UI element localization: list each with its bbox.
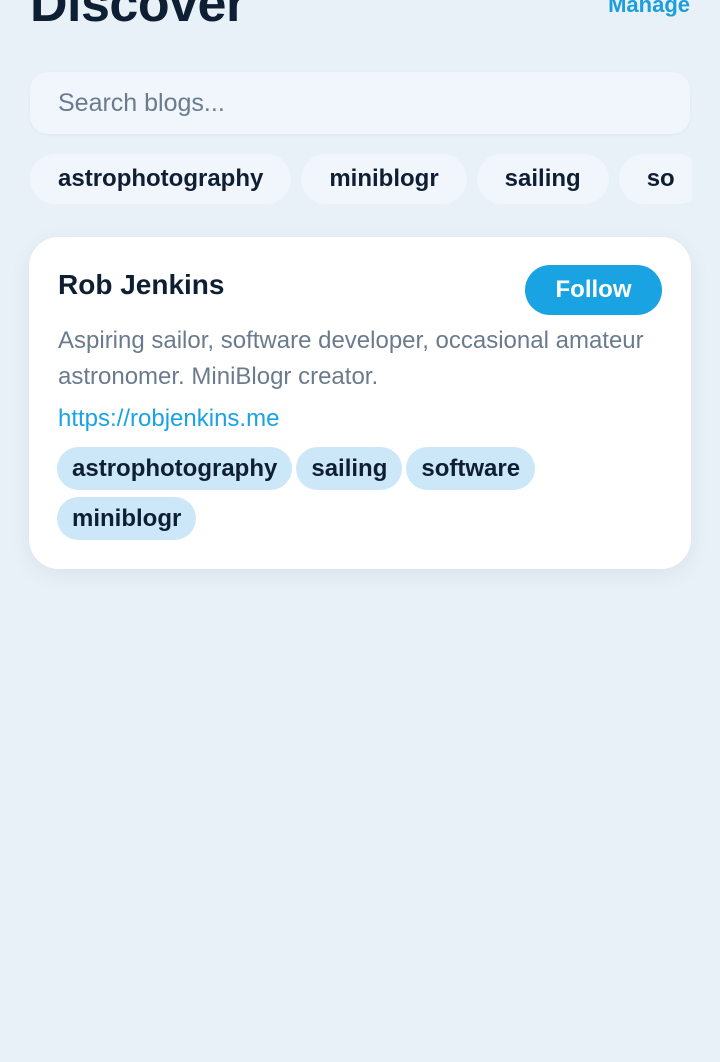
manage-button[interactable]: Manage: [608, 0, 690, 20]
tag-filter-sailing[interactable]: sailing: [476, 154, 609, 204]
search-input[interactable]: [30, 72, 690, 134]
search-bar: [30, 72, 690, 134]
blog-tag-astrophotography[interactable]: astrophotography: [57, 447, 293, 490]
blog-tags: astrophotography sailing software miniblogr: [57, 447, 667, 547]
blog-name: Rob Jenkins: [58, 269, 225, 300]
blog-tag-miniblogr[interactable]: miniblogr: [57, 497, 197, 540]
tag-filter-astrophotography[interactable]: astrophotography: [30, 154, 292, 204]
tag-filter-bar[interactable]: astrophotography miniblogr sailing so: [30, 154, 692, 204]
tag-filter-miniblogr[interactable]: miniblogr: [301, 154, 467, 204]
blog-url-link[interactable]: https://robjenkins.me: [58, 401, 279, 437]
header: Discover Manage: [0, 0, 720, 60]
follow-button[interactable]: Follow: [525, 265, 662, 315]
tag-filter-so[interactable]: so: [618, 154, 692, 204]
page-title: Discover: [30, 0, 246, 33]
blog-tag-sailing[interactable]: sailing: [296, 447, 403, 490]
blog-tag-software[interactable]: software: [406, 447, 536, 490]
blog-bio: Aspiring sailor, software developer, occ…: [58, 327, 644, 390]
blog-card[interactable]: Rob Jenkins Follow Aspiring sailor, soft…: [29, 237, 691, 569]
